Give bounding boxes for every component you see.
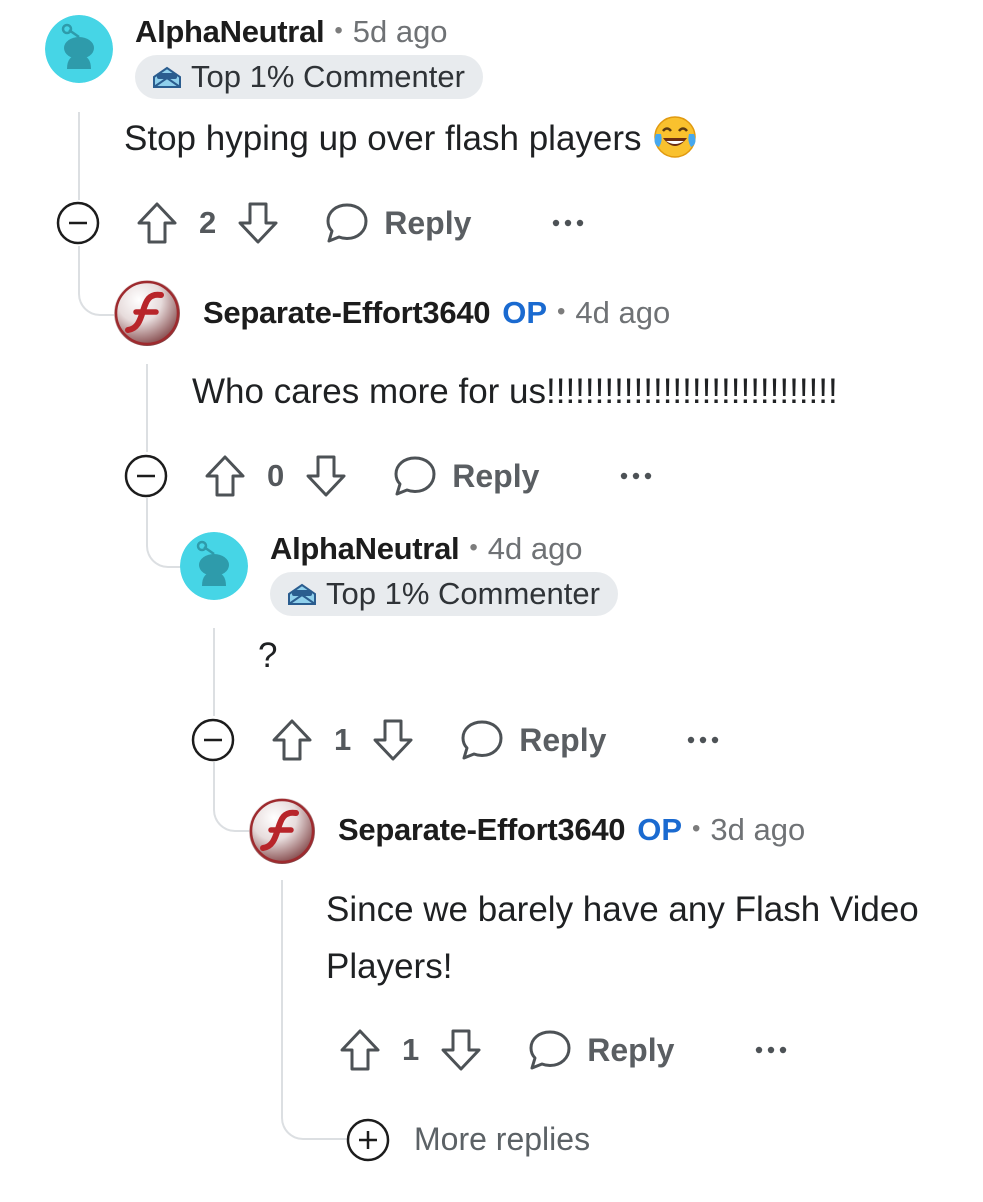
- avatar[interactable]: [180, 532, 248, 600]
- speech-bubble-icon: [326, 203, 368, 243]
- reply-button[interactable]: Reply: [324, 200, 471, 246]
- comment-text: Who cares more for us!!!!!!!!!!!!!!!!!!!…: [192, 372, 838, 411]
- minus-circle-icon: [56, 201, 100, 245]
- more-options-button[interactable]: [754, 1035, 788, 1065]
- downvote-arrow-icon[interactable]: [439, 1026, 483, 1074]
- comment-body: Since we barely have any Flash Video Pla…: [326, 881, 919, 995]
- thread-connector: [78, 246, 118, 316]
- upvote-arrow-icon[interactable]: [338, 1026, 382, 1074]
- vote-score: 1: [402, 1032, 420, 1067]
- action-bar: 0 Reply: [203, 451, 653, 501]
- reply-label: Reply: [519, 721, 607, 758]
- badge-label: Top 1% Commenter: [326, 576, 600, 611]
- speech-bubble-icon: [461, 720, 503, 760]
- more-replies-link[interactable]: More replies: [414, 1121, 590, 1158]
- avatar[interactable]: [248, 797, 316, 865]
- ellipsis-icon: [621, 472, 652, 480]
- vote-score: 0: [267, 458, 285, 493]
- comment-text-line: Players!: [326, 947, 453, 986]
- separator-dot: •: [692, 815, 701, 842]
- more-options-button[interactable]: [686, 725, 720, 755]
- ellipsis-icon: [688, 736, 719, 744]
- snoo-avatar-icon: [45, 15, 113, 83]
- username[interactable]: Separate-Effort3640: [338, 812, 626, 848]
- comment-body: Who cares more for us!!!!!!!!!!!!!!!!!!!…: [192, 363, 838, 420]
- flash-player-icon: [114, 280, 180, 346]
- top-commenter-badge-icon: [288, 583, 316, 605]
- comment-text-line: Since we barely have any Flash Video: [326, 890, 919, 929]
- avatar[interactable]: [113, 279, 181, 347]
- comment-body: ?: [258, 627, 277, 684]
- reply-label: Reply: [452, 457, 540, 494]
- separator-dot: •: [334, 17, 343, 44]
- comment-text: ?: [258, 636, 278, 675]
- timestamp: 3d ago: [710, 812, 806, 847]
- reply-button[interactable]: Reply: [392, 453, 539, 499]
- timestamp: 4d ago: [575, 295, 671, 330]
- username[interactable]: Separate-Effort3640: [203, 295, 491, 331]
- more-options-button[interactable]: [619, 461, 653, 491]
- speech-bubble-icon: [394, 456, 436, 496]
- separator-dot: •: [557, 298, 566, 325]
- top-commenter-badge-icon: [153, 66, 181, 88]
- upvote-arrow-icon[interactable]: [270, 716, 314, 764]
- ellipsis-icon: [756, 1046, 787, 1054]
- vote-score: 1: [334, 722, 352, 757]
- action-bar: 2 Reply: [135, 198, 585, 248]
- timestamp: 4d ago: [487, 531, 583, 566]
- flash-player-icon: [249, 798, 315, 864]
- action-bar: 1 Reply: [338, 1025, 788, 1075]
- top-commenter-badge: Top 1% Commenter: [135, 55, 483, 99]
- ellipsis-icon: [553, 219, 584, 227]
- reply-label: Reply: [384, 204, 472, 241]
- action-bar: 1 Reply: [270, 715, 720, 765]
- comment-meta: AlphaNeutral • 4d ago: [270, 531, 583, 567]
- expand-button[interactable]: [346, 1118, 390, 1162]
- reply-button[interactable]: Reply: [459, 717, 606, 763]
- comment-text: Stop hyping up over flash players: [124, 119, 642, 158]
- comment-meta: Separate-Effort3640 OP • 3d ago: [338, 812, 805, 848]
- upvote-arrow-icon[interactable]: [135, 199, 179, 247]
- speech-bubble-icon: [529, 1030, 571, 1070]
- username[interactable]: AlphaNeutral: [135, 14, 325, 50]
- minus-circle-icon: [191, 718, 235, 762]
- downvote-arrow-icon[interactable]: [304, 452, 348, 500]
- avatar[interactable]: [45, 15, 113, 83]
- username[interactable]: AlphaNeutral: [270, 531, 460, 567]
- timestamp: 5d ago: [352, 14, 448, 49]
- collapse-button[interactable]: [124, 454, 168, 498]
- separator-dot: •: [469, 534, 478, 561]
- more-options-button[interactable]: [551, 208, 585, 238]
- top-commenter-badge: Top 1% Commenter: [270, 572, 618, 616]
- minus-circle-icon: [124, 454, 168, 498]
- snoo-avatar-icon: [180, 532, 248, 600]
- thread-line: [78, 112, 80, 200]
- comment-thread: AlphaNeutral • 5d ago Top 1% Commenter S…: [0, 0, 983, 1202]
- op-label: OP: [502, 295, 547, 330]
- thread-line: [146, 364, 148, 452]
- face-with-tears-of-joy-icon: [653, 116, 696, 158]
- thread-connector: [146, 498, 184, 568]
- vote-score: 2: [199, 205, 217, 240]
- reply-label: Reply: [587, 1031, 675, 1068]
- badge-label: Top 1% Commenter: [191, 59, 465, 94]
- downvote-arrow-icon[interactable]: [236, 199, 280, 247]
- plus-circle-icon: [346, 1118, 390, 1162]
- upvote-arrow-icon[interactable]: [203, 452, 247, 500]
- op-label: OP: [637, 812, 682, 847]
- thread-connector: [213, 762, 251, 832]
- thread-line: [213, 628, 215, 716]
- reply-button[interactable]: Reply: [527, 1027, 674, 1073]
- comment-meta: Separate-Effort3640 OP • 4d ago: [203, 295, 670, 331]
- collapse-button[interactable]: [56, 201, 100, 245]
- downvote-arrow-icon[interactable]: [371, 716, 415, 764]
- comment-meta: AlphaNeutral • 5d ago: [135, 14, 448, 50]
- comment-body: Stop hyping up over flash players: [124, 110, 698, 167]
- collapse-button[interactable]: [191, 718, 235, 762]
